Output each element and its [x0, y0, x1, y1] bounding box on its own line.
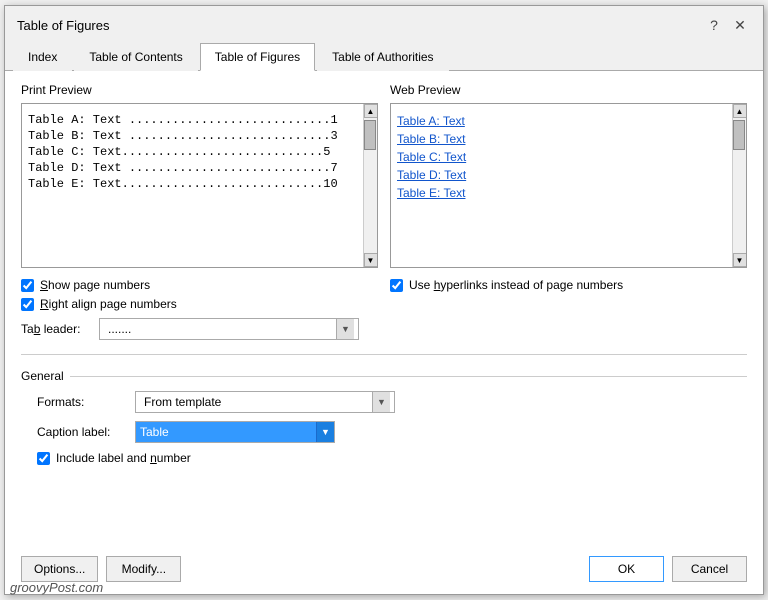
bottom-row: Options... Modify... OK Cancel: [21, 548, 747, 582]
print-preview-label: Print Preview: [21, 83, 378, 97]
right-align-row: Right align page numbers: [21, 297, 378, 311]
right-align-label: Right align page numbers: [40, 297, 177, 311]
options-row: Show page numbers Right align page numbe…: [21, 278, 747, 340]
formats-value: From template: [140, 395, 221, 409]
include-label-label: Include label and number: [56, 451, 191, 465]
print-row-3: Table D: Text ..........................…: [28, 160, 357, 176]
web-preview-section: Web Preview Table A: Text Table B: Text …: [390, 83, 747, 268]
use-hyperlinks-label: Use hyperlinks instead of page numbers: [409, 278, 623, 292]
web-scroll-thumb: [733, 118, 746, 253]
show-page-numbers-checkbox[interactable]: [21, 279, 34, 292]
caption-label-row: Caption label: Table ▼: [21, 421, 747, 443]
caption-label-arrow: ▼: [316, 422, 334, 442]
caption-label-value: Table: [136, 425, 169, 439]
show-page-numbers-label: Show page numbers: [40, 278, 150, 292]
ok-button[interactable]: OK: [589, 556, 664, 582]
tab-table-of-figures[interactable]: Table of Figures: [200, 43, 315, 71]
close-button[interactable]: ✕: [729, 14, 751, 36]
tab-leader-label: Tab leader:: [21, 322, 91, 336]
web-row-0[interactable]: Table A: Text: [397, 112, 726, 130]
caption-label-label: Caption label:: [37, 425, 127, 439]
right-options: Use hyperlinks instead of page numbers: [390, 278, 747, 340]
scroll-thumb-inner: [364, 120, 376, 150]
include-label-checkbox[interactable]: [37, 452, 50, 465]
previews-row: Print Preview Table A: Text ............…: [21, 83, 747, 268]
modify-button[interactable]: Modify...: [106, 556, 181, 582]
help-button[interactable]: ?: [703, 14, 725, 36]
web-scroll-down-btn[interactable]: ▼: [733, 253, 747, 267]
tab-index[interactable]: Index: [13, 43, 72, 71]
formats-arrow: ▼: [372, 392, 390, 412]
scroll-up-btn[interactable]: ▲: [364, 104, 378, 118]
print-row-1: Table B: Text ..........................…: [28, 128, 357, 144]
table-of-figures-dialog: Table of Figures ? ✕ Index Table of Cont…: [4, 5, 764, 595]
scroll-down-btn[interactable]: ▼: [364, 253, 378, 267]
web-row-1[interactable]: Table B: Text: [397, 130, 726, 148]
tab-table-of-contents[interactable]: Table of Contents: [74, 43, 197, 71]
print-row-2: Table C: Text...........................…: [28, 144, 357, 160]
bottom-left-buttons: Options... Modify...: [21, 556, 181, 582]
tab-leader-row: Tab leader: ....... ▼: [21, 318, 378, 340]
web-row-2[interactable]: Table C: Text: [397, 148, 726, 166]
formats-label: Formats:: [37, 395, 127, 409]
formats-select[interactable]: From template ▼: [135, 391, 395, 413]
general-section: General Formats: From template ▼ Caption…: [21, 369, 747, 465]
right-align-checkbox[interactable]: [21, 298, 34, 311]
cancel-button[interactable]: Cancel: [672, 556, 747, 582]
web-scroll-thumb-inner: [733, 120, 745, 150]
tab-bar: Index Table of Contents Table of Figures…: [5, 42, 763, 71]
print-preview-section: Print Preview Table A: Text ............…: [21, 83, 378, 268]
title-bar: Table of Figures ? ✕: [5, 6, 763, 42]
left-options: Show page numbers Right align page numbe…: [21, 278, 378, 340]
tab-table-of-authorities[interactable]: Table of Authorities: [317, 43, 448, 71]
web-preview-scrollbar[interactable]: ▲ ▼: [732, 104, 746, 267]
options-button[interactable]: Options...: [21, 556, 98, 582]
use-hyperlinks-checkbox[interactable]: [390, 279, 403, 292]
divider: [21, 354, 747, 355]
web-row-4[interactable]: Table E: Text: [397, 184, 726, 202]
watermark: groovyPost.com: [10, 580, 103, 595]
print-preview-content: Table A: Text ..........................…: [22, 104, 363, 267]
web-preview-content: Table A: Text Table B: Text Table C: Tex…: [391, 104, 732, 267]
web-preview-box: Table A: Text Table B: Text Table C: Tex…: [390, 103, 747, 268]
print-row-4: Table E: Text...........................…: [28, 176, 357, 192]
dialog-body: Print Preview Table A: Text ............…: [5, 71, 763, 594]
tab-leader-value: .......: [104, 322, 131, 336]
dialog-title: Table of Figures: [17, 18, 110, 33]
bottom-right-buttons: OK Cancel: [589, 556, 747, 582]
general-label: General: [21, 369, 747, 383]
title-bar-controls: ? ✕: [703, 14, 751, 36]
scroll-thumb: [364, 118, 377, 253]
include-label-checkbox-row: Include label and number: [37, 451, 191, 465]
web-preview-label: Web Preview: [390, 83, 747, 97]
print-preview-box: Table A: Text ..........................…: [21, 103, 378, 268]
print-row-0: Table A: Text ..........................…: [28, 112, 357, 128]
web-row-3[interactable]: Table D: Text: [397, 166, 726, 184]
tab-leader-select[interactable]: ....... ▼: [99, 318, 359, 340]
include-label-row: Include label and number: [21, 451, 747, 465]
formats-row: Formats: From template ▼: [21, 391, 747, 413]
web-scroll-up-btn[interactable]: ▲: [733, 104, 747, 118]
tab-leader-arrow: ▼: [336, 319, 354, 339]
show-page-numbers-row: Show page numbers: [21, 278, 378, 292]
print-preview-scrollbar[interactable]: ▲ ▼: [363, 104, 377, 267]
use-hyperlinks-row: Use hyperlinks instead of page numbers: [390, 278, 747, 292]
caption-label-select[interactable]: Table ▼: [135, 421, 335, 443]
